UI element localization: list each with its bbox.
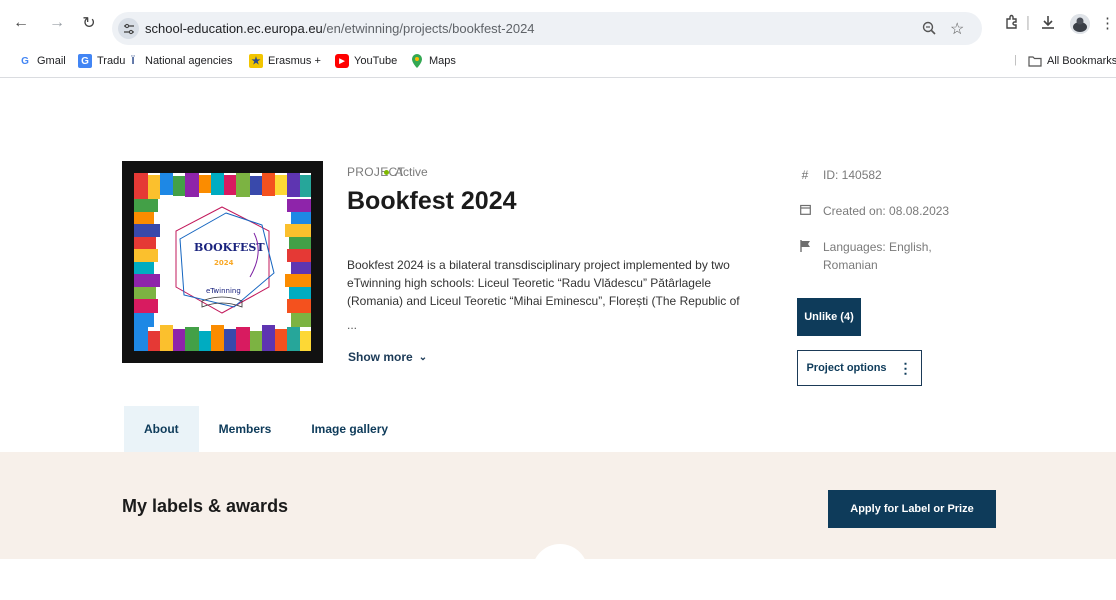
back-icon[interactable]: ← (10, 12, 32, 34)
youtube-icon: ▶ (335, 54, 349, 68)
download-icon[interactable] (1040, 14, 1056, 34)
project-id: # ID: 140582 (797, 168, 882, 182)
page-title: Bookfest 2024 (347, 187, 517, 215)
languages-text-continued: Romanian (823, 258, 878, 272)
tab-image-gallery[interactable]: Image gallery (291, 406, 408, 452)
flag-icon (797, 240, 813, 255)
hash-icon: # (801, 168, 809, 182)
bookmark-star-icon[interactable]: ☆ (950, 19, 964, 39)
maps-icon (410, 54, 424, 68)
labels-awards-section: My labels & awards Apply for Label or Pr… (0, 452, 1116, 600)
tab-about[interactable]: About (124, 406, 199, 452)
extensions-icon[interactable] (1004, 14, 1020, 34)
unlike-button[interactable]: Unlike (4) (797, 298, 861, 336)
project-description: Bookfest 2024 is a bilateral transdiscip… (347, 258, 740, 308)
project-id-text: ID: 140582 (823, 168, 882, 182)
bookmarks-divider: | (1014, 54, 1017, 66)
bookmark-maps[interactable]: Maps (410, 54, 456, 68)
bookmark-label: Maps (429, 55, 456, 67)
url-path: /en/etwinning/projects/bookfest-2024 (322, 21, 535, 36)
folder-icon (1028, 54, 1042, 68)
show-more-label: Show more (348, 350, 413, 364)
national-agencies-icon: Ϊ (131, 55, 135, 67)
project-options-label: Project options (806, 362, 887, 374)
project-options-button[interactable]: Project options ⋮ (797, 350, 922, 386)
bookmark-erasmus[interactable]: ★ Erasmus + (249, 54, 321, 68)
show-more-button[interactable]: Show more ⌄ (348, 350, 427, 364)
url-text[interactable]: school-education.ec.europa.eu/en/etwinni… (145, 21, 535, 36)
bookmark-label: National agencies (145, 55, 233, 67)
bookmark-label: Gmail (37, 55, 66, 67)
site-settings-icon[interactable] (118, 18, 139, 39)
translate-icon: G (78, 54, 92, 68)
status-text: Active (395, 165, 428, 179)
reload-icon[interactable]: ↻ (78, 12, 100, 34)
bookmark-label: Erasmus + (268, 55, 321, 67)
browser-toolbar: ← → ↻ school-education.ec.europa.eu/en/e… (0, 0, 1116, 46)
bookmark-label: Tradu (97, 55, 126, 67)
cover-title-text: BOOKFEST (194, 241, 265, 254)
apply-label-prize-button[interactable]: Apply for Label or Prize (828, 490, 996, 528)
browser-menu-icon[interactable]: ⋮ (1100, 14, 1115, 32)
project-cover-image: BOOKFEST 2024 eTwinning (122, 161, 323, 363)
calendar-icon (797, 204, 813, 218)
profile-avatar[interactable] (1070, 14, 1090, 34)
tab-members[interactable]: Members (199, 406, 292, 452)
project-tabs: About Members Image gallery (124, 406, 408, 452)
toolbar-divider: | (1026, 14, 1030, 31)
url-host: school-education.ec.europa.eu (145, 21, 323, 36)
bookmark-tradu[interactable]: G Tradu (78, 54, 125, 68)
chevron-down-icon: ⌄ (418, 351, 428, 363)
project-created-date: Created on: 08.08.2023 (797, 204, 949, 218)
erasmus-icon: ★ (249, 54, 263, 68)
cover-artwork: BOOKFEST 2024 eTwinning (134, 173, 311, 351)
kebab-menu-icon: ⋮ (898, 359, 913, 376)
bookmark-youtube[interactable]: ▶ YouTube (335, 54, 397, 68)
bookmark-national-agencies[interactable]: Ϊ National agencies (126, 54, 233, 68)
status-dot (384, 169, 389, 175)
description-ellipsis: ... (347, 318, 358, 332)
languages-text: Languages: English, (823, 240, 932, 254)
awards-heading: My labels & awards (122, 496, 289, 516)
created-text: Created on: 08.08.2023 (823, 204, 950, 218)
bookmark-gmail[interactable]: G Gmail (18, 54, 66, 68)
bookmarks-bar: G Gmail G Tradu Ϊ National agencies ★ Er… (0, 46, 1116, 78)
address-bar[interactable]: school-education.ec.europa.eu/en/etwinni… (112, 12, 982, 45)
all-bookmarks[interactable]: All Bookmarks (1028, 54, 1116, 68)
gmail-icon: G (21, 55, 29, 67)
status-badge: Active (380, 165, 428, 179)
bookmark-label: YouTube (354, 55, 398, 67)
cover-year-text: 2024 (214, 259, 234, 267)
award-badge-icon (532, 544, 588, 600)
cover-brand-text: eTwinning (206, 287, 241, 295)
project-languages: Languages: English, (797, 240, 932, 255)
all-bookmarks-label: All Bookmarks (1047, 55, 1116, 67)
forward-icon[interactable]: → (46, 12, 68, 34)
zoom-icon[interactable] (922, 21, 936, 38)
